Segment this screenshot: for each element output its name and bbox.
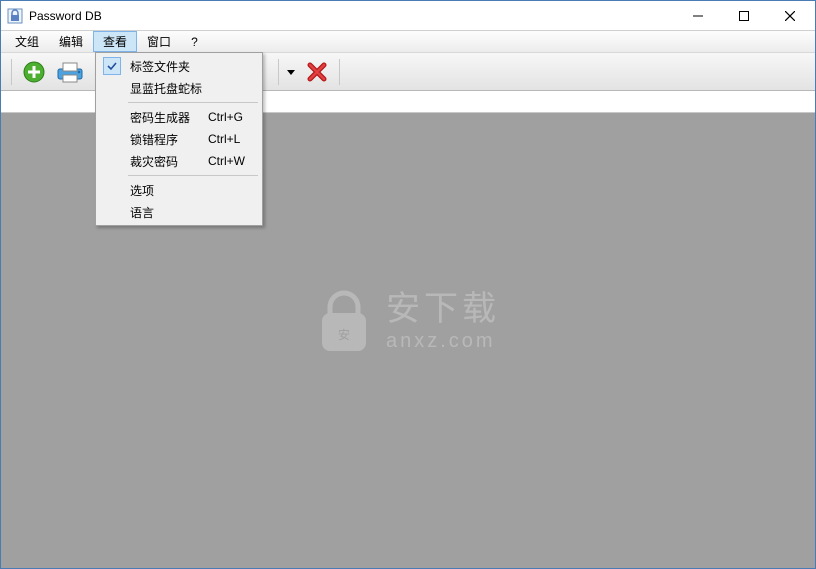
dropdown-separator <box>128 175 258 176</box>
delete-button[interactable] <box>299 57 335 87</box>
menu-view[interactable]: 查看 <box>93 31 137 52</box>
menu-item-language[interactable]: 语言 <box>98 201 260 223</box>
lock-icon: 安 <box>316 289 372 355</box>
watermark-text-2: anxz.com <box>386 330 500 353</box>
close-button[interactable] <box>767 1 813 30</box>
menu-item-password-generator[interactable]: 密码生成器 Ctrl+G <box>98 106 260 128</box>
toolbar-separator <box>11 59 12 85</box>
minimize-button[interactable] <box>675 1 721 30</box>
menu-item-tag-folder[interactable]: 标签文件夹 <box>98 55 260 77</box>
print-button[interactable] <box>52 57 88 87</box>
menubar: 文组 编辑 查看 窗口 ? <box>1 31 815 53</box>
menu-window[interactable]: 窗口 <box>137 31 181 52</box>
menu-item-lock-program[interactable]: 锁错程序 Ctrl+L <box>98 128 260 150</box>
menu-file[interactable]: 文组 <box>5 31 49 52</box>
menu-item-disaster-password[interactable]: 裁灾密码 Ctrl+W <box>98 150 260 172</box>
titlebar: Password DB <box>1 1 815 31</box>
app-icon <box>7 8 23 24</box>
menu-item-options[interactable]: 选项 <box>98 179 260 201</box>
menu-edit[interactable]: 编辑 <box>49 31 93 52</box>
dropdown-separator <box>128 102 258 103</box>
svg-text:安: 安 <box>338 327 350 342</box>
menu-item-show-tray-icon[interactable]: 显蓝托盘蛇标 <box>98 77 260 99</box>
check-icon <box>103 57 121 75</box>
watermark: 安 安下载 anxz.com <box>316 289 500 355</box>
toolbar-separator <box>339 59 340 85</box>
menu-help[interactable]: ? <box>181 31 208 52</box>
watermark-text-1: 安下载 <box>386 292 500 328</box>
toolbar-separator <box>278 59 279 85</box>
dropdown-arrow-icon[interactable] <box>287 65 295 79</box>
maximize-button[interactable] <box>721 1 767 30</box>
window-title: Password DB <box>29 9 675 23</box>
view-dropdown-menu: 标签文件夹 显蓝托盘蛇标 密码生成器 Ctrl+G 锁错程序 Ctrl+L 裁灾… <box>95 52 263 226</box>
new-button[interactable] <box>16 57 52 87</box>
